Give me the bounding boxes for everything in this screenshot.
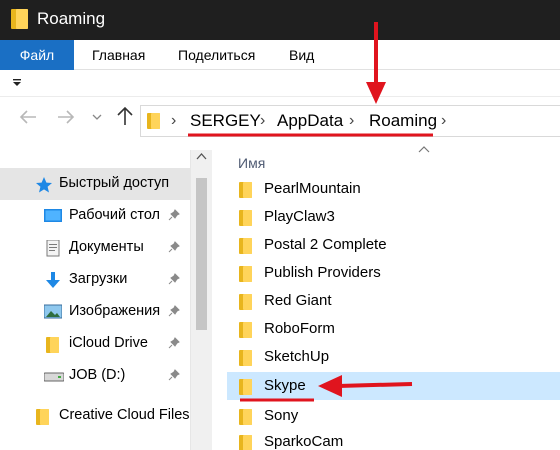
list-item[interactable]: Sony <box>227 402 560 430</box>
file-name: Publish Providers <box>264 264 381 281</box>
forward-button[interactable] <box>56 107 76 133</box>
folder-icon <box>239 237 253 260</box>
folder-icon <box>239 321 253 344</box>
sidebar-item-label: Creative Cloud Files <box>59 407 190 423</box>
desktop-icon <box>44 208 62 224</box>
sidebar-item-label: Быстрый доступ <box>59 175 170 191</box>
breadcrumb-separator-icon[interactable]: › <box>171 112 176 130</box>
folder-icon <box>239 434 253 450</box>
file-name: PlayClaw3 <box>264 208 335 225</box>
pin-icon[interactable] <box>168 369 180 384</box>
sidebar-item-creative-cloud[interactable]: Creative Cloud Files <box>0 400 190 432</box>
pin-icon[interactable] <box>168 209 180 224</box>
sidebar-item-downloads[interactable]: Загрузки <box>0 264 190 296</box>
folder-icon <box>239 265 253 288</box>
breadcrumb-roaming[interactable]: Roaming <box>369 111 437 131</box>
pin-icon[interactable] <box>168 305 180 320</box>
list-item[interactable]: SketchUp <box>227 343 560 371</box>
tab-view[interactable]: Вид <box>289 40 314 70</box>
breadcrumb-separator-icon[interactable]: › <box>349 112 354 130</box>
sidebar-item-desktop[interactable]: Рабочий стол <box>0 200 190 232</box>
file-name: RoboForm <box>264 320 335 337</box>
ribbon-tabs: Файл Главная Поделиться Вид <box>0 40 560 70</box>
file-name: Red Giant <box>264 292 332 309</box>
file-name: PearlMountain <box>264 180 361 197</box>
list-item[interactable]: PlayClaw3 <box>227 203 560 231</box>
list-item[interactable]: Postal 2 Complete <box>227 231 560 259</box>
documents-icon <box>46 239 64 257</box>
pin-icon[interactable] <box>168 337 180 352</box>
pin-icon[interactable] <box>168 273 180 288</box>
pin-icon[interactable] <box>168 241 180 256</box>
list-item[interactable]: Red Giant <box>227 287 560 315</box>
star-icon <box>35 176 53 193</box>
file-name: Postal 2 Complete <box>264 236 387 253</box>
file-name: SparkoCam <box>264 433 344 450</box>
list-item[interactable]: Skype <box>227 372 560 400</box>
folder-icon <box>239 378 253 401</box>
file-name: Sony <box>264 407 299 424</box>
recent-locations-chevron-down-icon[interactable] <box>92 110 102 124</box>
folder-icon <box>36 408 54 425</box>
sidebar-item-label: Документы <box>69 239 144 255</box>
file-name: SketchUp <box>264 348 330 365</box>
sidebar-item-pictures[interactable]: Изображения <box>0 296 190 328</box>
up-button[interactable] <box>115 105 135 133</box>
sidebar-item-documents[interactable]: Документы <box>0 232 190 264</box>
address-bar[interactable]: › SERGEY › AppData › Roaming › <box>140 105 560 137</box>
sidebar-item-job-drive[interactable]: JOB (D:) <box>0 360 190 392</box>
sidebar-item-quick-access[interactable]: Быстрый доступ <box>0 168 190 200</box>
pictures-icon <box>43 304 63 320</box>
list-item[interactable]: Publish Providers <box>227 259 560 287</box>
list-item[interactable]: RoboForm <box>227 315 560 343</box>
sidebar-item-label: iCloud Drive <box>69 335 148 351</box>
folder-icon <box>239 349 253 372</box>
scroll-up-icon[interactable] <box>196 151 207 163</box>
folder-icon <box>46 336 64 353</box>
drive-icon <box>43 368 65 384</box>
breadcrumb-separator-icon[interactable]: › <box>260 112 265 130</box>
folder-icon <box>239 293 253 316</box>
list-item[interactable]: SparkoCam <box>227 428 560 450</box>
column-name[interactable]: Имя <box>238 155 265 171</box>
folder-icon <box>239 209 253 232</box>
back-button[interactable] <box>18 107 38 133</box>
file-list: PearlMountain PlayClaw3 Postal 2 Complete P… <box>213 175 560 450</box>
quick-access-toolbar <box>0 71 560 97</box>
window-title: Roaming <box>37 9 106 28</box>
breadcrumb-sergey[interactable]: SERGEY <box>190 111 261 131</box>
download-icon <box>45 272 63 288</box>
sidebar-item-label: Рабочий стол <box>69 207 161 223</box>
title-bar: Roaming <box>0 0 560 40</box>
sidebar-item-label: Загрузки <box>69 271 128 287</box>
navigation-bar: › SERGEY › AppData › Roaming › <box>0 97 560 149</box>
folder-icon <box>239 181 253 204</box>
breadcrumb-appdata[interactable]: AppData <box>277 111 343 131</box>
file-name: Skype <box>264 377 306 394</box>
breadcrumb-separator-icon[interactable]: › <box>441 112 446 130</box>
sidebar-item-label: JOB (D:) <box>69 367 126 383</box>
sort-ascending-icon <box>418 142 430 156</box>
list-item[interactable]: PearlMountain <box>227 175 560 203</box>
folder-icon <box>147 112 161 135</box>
folder-icon <box>10 8 30 35</box>
sidebar-item-label: Изображения <box>69 303 161 319</box>
tab-share[interactable]: Поделиться <box>178 40 255 70</box>
tab-file[interactable]: Файл <box>0 40 74 70</box>
navigation-pane: Быстрый доступ Рабочий стол Документы За… <box>0 150 190 450</box>
sidebar-item-icloud-drive[interactable]: iCloud Drive <box>0 328 190 360</box>
qat-dropdown-icon[interactable] <box>12 78 22 91</box>
navigation-scrollbar[interactable] <box>190 150 212 450</box>
scrollbar-thumb[interactable] <box>196 178 207 330</box>
tab-home[interactable]: Главная <box>92 40 145 70</box>
